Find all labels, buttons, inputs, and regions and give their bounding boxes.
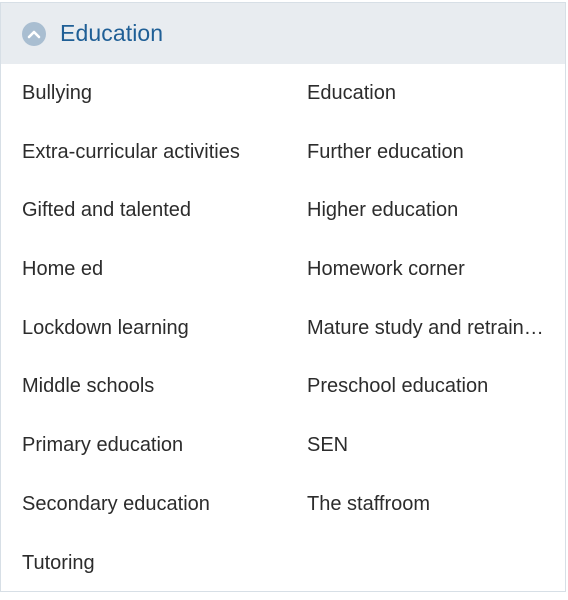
- topic-row: Primary education SEN: [1, 416, 565, 475]
- education-topics-panel: Education Bullying Education Extra-curri…: [0, 2, 566, 592]
- topic-row: Tutoring: [1, 534, 565, 593]
- topic-row: Secondary education The staffroom: [1, 475, 565, 534]
- topic-link-gifted-and-talented[interactable]: Gifted and talented: [22, 181, 292, 240]
- topic-row: Extra-curricular activities Further educ…: [1, 123, 565, 182]
- topic-link-bullying[interactable]: Bullying: [22, 64, 292, 123]
- topic-row: Lockdown learning Mature study and retra…: [1, 299, 565, 358]
- topic-link-middle-schools[interactable]: Middle schools: [22, 357, 292, 416]
- topic-row: Bullying Education: [1, 64, 565, 123]
- topic-link-lockdown-learning[interactable]: Lockdown learning: [22, 299, 292, 358]
- section-title: Education: [60, 20, 164, 46]
- chevron-up-icon[interactable]: [22, 21, 46, 46]
- topic-row: Middle schools Preschool education: [1, 357, 565, 416]
- topic-link-preschool-education[interactable]: Preschool education: [307, 357, 547, 416]
- topic-link-extra-curricular-activities[interactable]: Extra-curricular activities: [22, 123, 292, 182]
- topic-row: Home ed Homework corner: [1, 240, 565, 299]
- topic-link-sen[interactable]: SEN: [307, 416, 547, 475]
- topic-row: Gifted and talented Higher education: [1, 181, 565, 240]
- topic-link-tutoring[interactable]: Tutoring: [22, 534, 292, 593]
- topic-link-secondary-education[interactable]: Secondary education: [22, 475, 292, 534]
- topic-link-home-ed[interactable]: Home ed: [22, 240, 292, 299]
- topic-link-homework-corner[interactable]: Homework corner: [307, 240, 547, 299]
- topic-link-further-education[interactable]: Further education: [307, 123, 547, 182]
- topic-list: Bullying Education Extra-curricular acti…: [1, 64, 565, 592]
- topic-link-primary-education[interactable]: Primary education: [22, 416, 292, 475]
- topic-link-the-staffroom[interactable]: The staffroom: [307, 475, 547, 534]
- section-header[interactable]: Education: [1, 3, 565, 64]
- topic-link-mature-study-and-retraining[interactable]: Mature study and retraining: [307, 299, 547, 358]
- topic-link-higher-education[interactable]: Higher education: [307, 181, 547, 240]
- topic-link-education[interactable]: Education: [307, 64, 547, 123]
